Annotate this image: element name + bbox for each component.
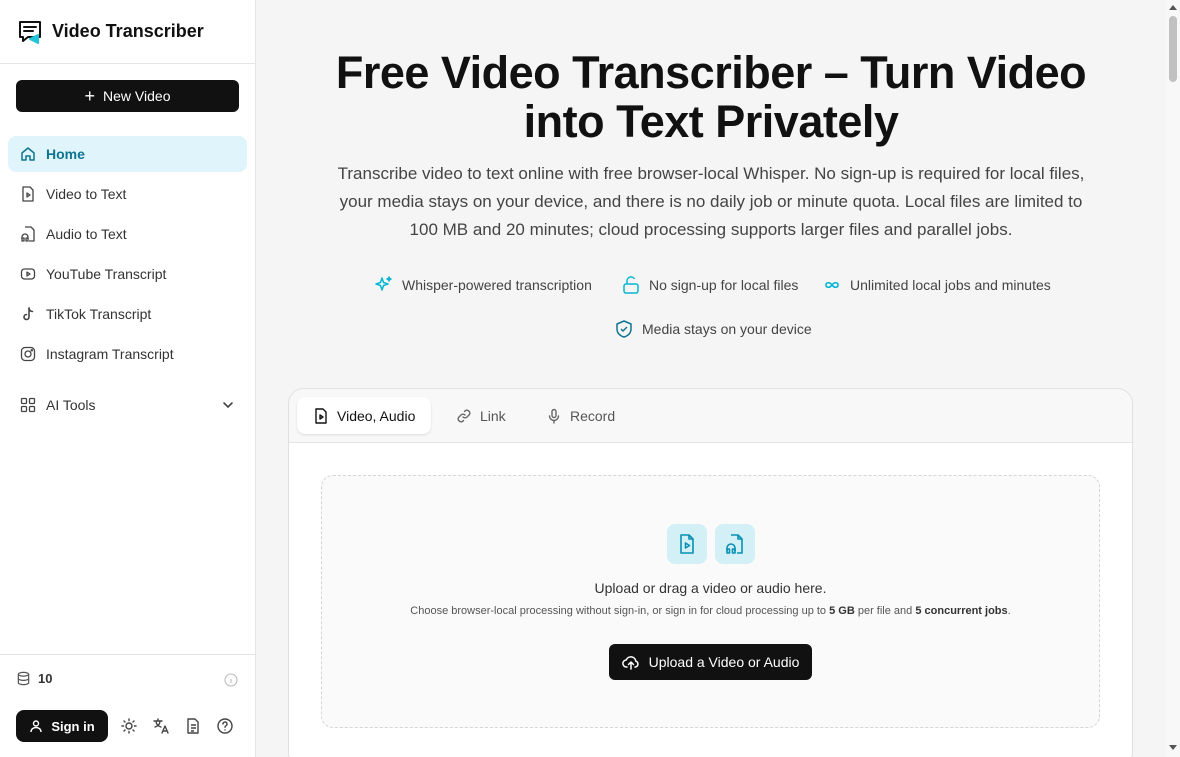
drop-sub-jobs: 5 concurrent jobs bbox=[915, 605, 1008, 617]
tab-record[interactable]: Record bbox=[530, 397, 631, 434]
sign-in-button[interactable]: Sign in bbox=[16, 710, 108, 742]
info-icon[interactable] bbox=[224, 673, 238, 687]
credits-counter: 10 bbox=[16, 671, 52, 686]
sidebar-item-instagram-transcript[interactable]: Instagram Transcript bbox=[8, 336, 247, 372]
tab-label: Link bbox=[480, 407, 506, 424]
logo-icon bbox=[19, 20, 41, 44]
drop-sub-text: Choose browser-local processing without … bbox=[410, 605, 830, 617]
page-title: Free Video Transcriber – Turn Video into… bbox=[335, 47, 1087, 147]
grid-icon bbox=[20, 397, 36, 413]
credits-value: 10 bbox=[38, 671, 53, 686]
feature-unlimited: Unlimited local jobs and minutes bbox=[822, 275, 1051, 295]
sign-in-label: Sign in bbox=[51, 718, 95, 734]
audio-file-icon bbox=[715, 524, 755, 564]
tab-video-audio[interactable]: Video, Audio bbox=[297, 397, 432, 434]
link-icon bbox=[457, 409, 471, 422]
drop-zone-subtitle: Choose browser-local processing without … bbox=[322, 605, 1099, 617]
user-icon bbox=[30, 720, 43, 733]
main-content: Free Video Transcriber – Turn Video into… bbox=[256, 0, 1166, 757]
sidebar-footer: 10 Sign in bbox=[0, 654, 256, 757]
shield-check-icon bbox=[616, 320, 632, 338]
sparkles-icon bbox=[375, 276, 392, 291]
sidebar-item-label: Home bbox=[46, 146, 85, 162]
plus-icon: + bbox=[84, 86, 96, 106]
file-audio-icon bbox=[21, 226, 35, 242]
sidebar-item-home[interactable]: Home bbox=[8, 136, 247, 172]
sidebar: Video Transcriber + New Video Home Video… bbox=[0, 0, 256, 757]
help-icon[interactable] bbox=[216, 717, 234, 735]
upload-card: Video, Audio Link Record Upload or drag … bbox=[288, 388, 1133, 757]
sidebar-item-video-to-text[interactable]: Video to Text bbox=[8, 176, 247, 212]
drop-sub-text: per file and bbox=[854, 605, 916, 617]
chevron-down-icon bbox=[223, 402, 233, 409]
upload-button[interactable]: Upload a Video or Audio bbox=[609, 644, 812, 680]
video-file-icon bbox=[667, 524, 707, 564]
scrollbar[interactable] bbox=[1166, 0, 1180, 757]
page-subtitle: Transcribe video to text online with fre… bbox=[337, 164, 1085, 239]
tiktok-icon bbox=[23, 307, 34, 321]
feature-no-signup: No sign-up for local files bbox=[621, 275, 798, 295]
file-icon bbox=[315, 407, 327, 424]
sidebar-item-label: TikTok Transcript bbox=[46, 306, 152, 322]
cloud-upload-icon bbox=[621, 656, 639, 670]
feature-label: Media stays on your device bbox=[642, 321, 812, 337]
brand[interactable]: Video Transcriber bbox=[0, 0, 255, 64]
sidebar-item-label: Video to Text bbox=[46, 186, 127, 202]
database-icon bbox=[17, 671, 30, 686]
sidebar-item-youtube-transcript[interactable]: YouTube Transcript bbox=[8, 256, 247, 292]
drop-zone[interactable]: Upload or drag a video or audio here. Ch… bbox=[321, 475, 1100, 728]
drop-zone-title: Upload or drag a video or audio here. bbox=[594, 580, 827, 596]
upload-button-label: Upload a Video or Audio bbox=[648, 654, 800, 670]
drop-sub-size: 5 GB bbox=[829, 605, 855, 617]
feature-label: Whisper-powered transcription bbox=[402, 277, 592, 293]
scroll-down-arrow[interactable] bbox=[1169, 745, 1177, 750]
infinity-icon bbox=[825, 281, 839, 289]
sidebar-nav: Home Video to Text Audio to Text YouTube… bbox=[8, 136, 247, 376]
translate-icon[interactable] bbox=[152, 717, 170, 735]
sidebar-item-label: YouTube Transcript bbox=[46, 266, 167, 282]
youtube-icon bbox=[20, 268, 36, 280]
ai-tools-label: AI Tools bbox=[46, 397, 96, 413]
file-video-icon bbox=[22, 186, 34, 202]
instagram-icon bbox=[20, 346, 36, 362]
home-icon bbox=[21, 147, 35, 161]
scroll-up-arrow[interactable] bbox=[1169, 5, 1177, 10]
microphone-icon bbox=[548, 408, 560, 424]
new-video-button[interactable]: + New Video bbox=[16, 80, 239, 112]
sidebar-item-audio-to-text[interactable]: Audio to Text bbox=[8, 216, 247, 252]
feature-label: No sign-up for local files bbox=[649, 277, 799, 293]
tab-link[interactable]: Link bbox=[440, 397, 522, 434]
tab-bar: Video, Audio Link Record bbox=[289, 389, 1132, 443]
unlock-icon bbox=[623, 276, 639, 294]
sidebar-item-tiktok-transcript[interactable]: TikTok Transcript bbox=[8, 296, 247, 332]
new-video-label: New Video bbox=[103, 88, 171, 104]
feature-whisper: Whisper-powered transcription bbox=[374, 275, 592, 295]
drop-sub-text: . bbox=[1007, 605, 1011, 617]
document-icon[interactable] bbox=[184, 717, 202, 735]
sidebar-item-label: Audio to Text bbox=[46, 226, 127, 242]
brand-name: Video Transcriber bbox=[52, 21, 204, 41]
feature-label: Unlimited local jobs and minutes bbox=[850, 277, 1051, 293]
tab-label: Video, Audio bbox=[337, 407, 416, 424]
sidebar-item-label: Instagram Transcript bbox=[46, 346, 174, 362]
tab-label: Record bbox=[570, 407, 616, 424]
sidebar-item-ai-tools[interactable]: AI Tools bbox=[8, 387, 247, 423]
feature-privacy: Media stays on your device bbox=[614, 319, 812, 339]
sun-icon[interactable] bbox=[120, 717, 138, 735]
scrollbar-thumb[interactable] bbox=[1169, 16, 1177, 82]
